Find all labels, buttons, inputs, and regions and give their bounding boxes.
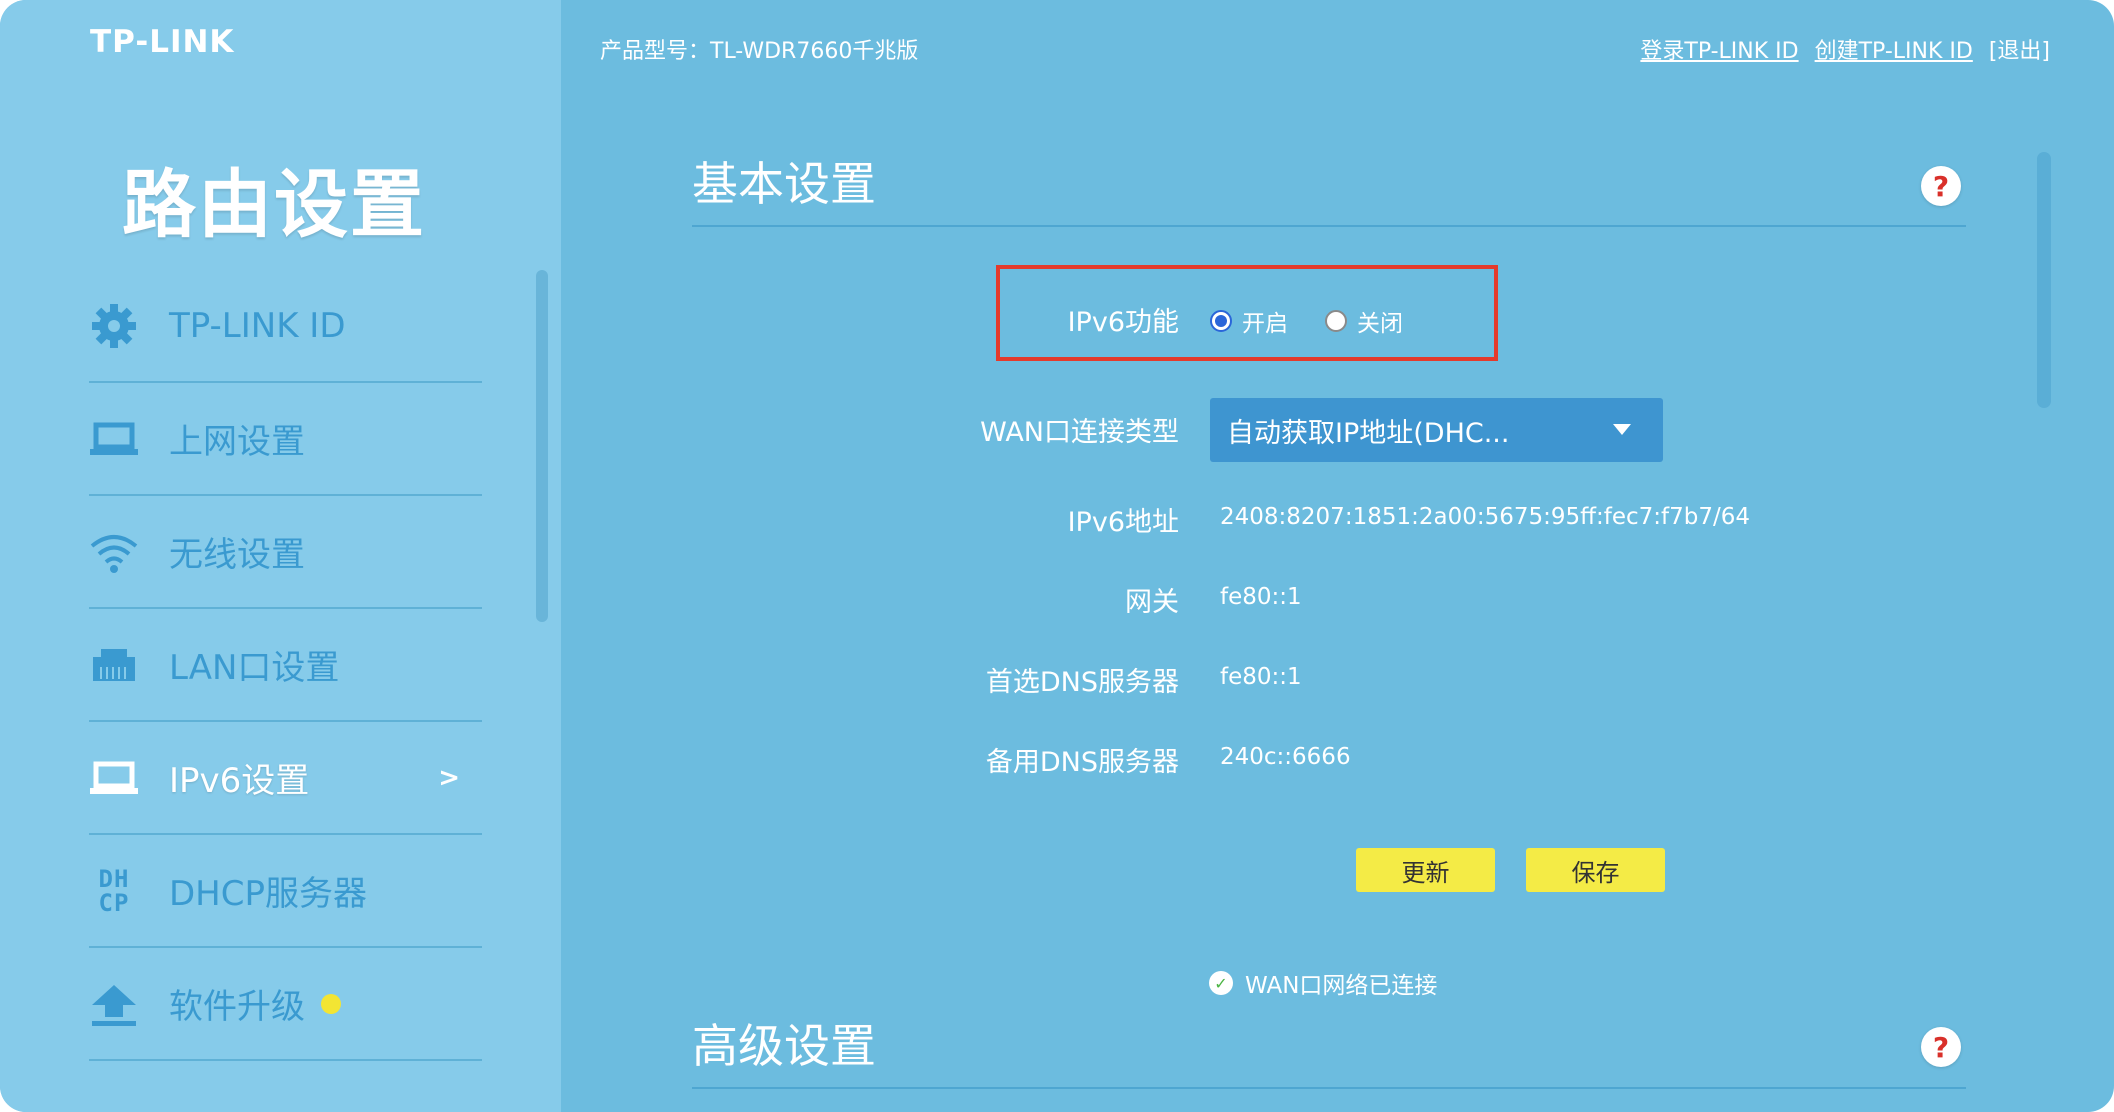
update-dot	[321, 993, 341, 1014]
sidebar-item-dhcp[interactable]: DH CP DHCP服务器	[89, 835, 482, 948]
wan-type-select[interactable]: 自动获取IP地址(DHC...	[1210, 398, 1663, 462]
dhcp-icon-text-bottom: CP	[98, 888, 130, 917]
sidebar-item-label: DHCP服务器	[169, 874, 367, 914]
content-scrollbar[interactable]	[2037, 152, 2051, 408]
sidebar-item-ipv6[interactable]: IPv6设置 >	[89, 722, 482, 835]
secondary-dns-value: 240c::6666	[1220, 744, 1351, 770]
refresh-button[interactable]: 更新	[1356, 848, 1495, 892]
secondary-dns-label: 备用DNS服务器	[985, 747, 1179, 778]
wan-type-label: WAN口连接类型	[980, 417, 1179, 448]
product-model: 产品型号：TL-WDR7660千兆版	[600, 39, 919, 64]
dhcp-icon-text-top: DH	[98, 864, 130, 893]
laptop-icon	[89, 753, 139, 803]
basic-settings-title: 基本设置	[692, 157, 876, 211]
wan-status: ✓ WAN口网络已连接	[1209, 966, 1437, 1000]
sidebar-item-label: LAN口设置	[169, 648, 340, 688]
ipv6-on-radio[interactable]: 开启	[1210, 304, 1288, 338]
sidebar-item-label: TP-LINK ID	[169, 305, 346, 346]
lan-port-icon	[89, 640, 139, 690]
tp-link-logo: TP-LINK	[90, 24, 235, 60]
sidebar-item-label: IPv6设置	[169, 761, 310, 801]
gear-icon	[89, 301, 139, 351]
laptop-icon	[89, 414, 139, 464]
sidebar-item-tplink-id[interactable]: TP-LINK ID	[89, 270, 482, 383]
primary-dns-label: 首选DNS服务器	[985, 667, 1179, 698]
logout-link[interactable]: [退出]	[1989, 33, 2050, 65]
sidebar-item-label: 无线设置	[169, 535, 305, 575]
section-divider	[692, 1087, 1966, 1089]
sidebar-title: 路由设置	[122, 162, 426, 248]
gateway-label: 网关	[1125, 587, 1179, 618]
sidebar-item-internet[interactable]: 上网设置	[89, 383, 482, 496]
create-tplink-id-link[interactable]: 创建TP-LINK ID	[1815, 33, 1973, 65]
sidebar: TP-LINK 路由设置 TP-LINK ID 上网设置 无线设置 LAN口设置…	[0, 0, 561, 1112]
ipv6-off-label: 关闭	[1357, 311, 1403, 337]
wifi-icon	[89, 527, 139, 577]
sidebar-item-wireless[interactable]: 无线设置	[89, 496, 482, 609]
sidebar-item-firmware-upgrade[interactable]: 软件升级	[89, 948, 482, 1061]
wan-status-text: WAN口网络已连接	[1245, 973, 1438, 999]
section-divider	[692, 225, 1966, 227]
gateway-value: fe80::1	[1220, 584, 1302, 610]
sidebar-menu: TP-LINK ID 上网设置 无线设置 LAN口设置 IPv6设置 > DH …	[89, 270, 482, 1061]
help-icon[interactable]: ?	[1921, 166, 1961, 206]
primary-dns-value: fe80::1	[1220, 664, 1302, 690]
ipv6-function-label: IPv6功能	[1067, 307, 1179, 338]
ipv6-address-label: IPv6地址	[1067, 507, 1179, 538]
help-icon[interactable]: ?	[1921, 1027, 1961, 1067]
dhcp-icon: DH CP	[89, 866, 139, 916]
radio-checked-icon	[1210, 310, 1232, 332]
router-admin-window: TP-LINK 路由设置 TP-LINK ID 上网设置 无线设置 LAN口设置…	[0, 0, 2114, 1112]
ipv6-address-value: 2408:8207:1851:2a00:5675:95ff:fec7:f7b7/…	[1220, 504, 1750, 530]
advanced-settings-title: 高级设置	[692, 1019, 876, 1073]
upload-icon	[89, 979, 139, 1029]
wan-type-value: 自动获取IP地址(DHC...	[1227, 417, 1510, 449]
radio-unchecked-icon	[1325, 310, 1347, 332]
header-links: 登录TP-LINK ID 创建TP-LINK ID [退出]	[1640, 33, 2050, 65]
sidebar-scrollbar[interactable]	[536, 270, 548, 622]
chevron-right-icon: >	[438, 762, 460, 793]
login-tplink-id-link[interactable]: 登录TP-LINK ID	[1640, 33, 1798, 65]
dropdown-caret-icon	[1613, 424, 1631, 435]
ipv6-off-radio[interactable]: 关闭	[1325, 304, 1403, 338]
sidebar-item-lan[interactable]: LAN口设置	[89, 609, 482, 722]
sidebar-item-label: 软件升级	[169, 987, 305, 1027]
save-button[interactable]: 保存	[1526, 848, 1665, 892]
ipv6-on-label: 开启	[1242, 311, 1288, 337]
check-icon: ✓	[1209, 971, 1233, 995]
sidebar-item-label: 上网设置	[169, 422, 305, 462]
